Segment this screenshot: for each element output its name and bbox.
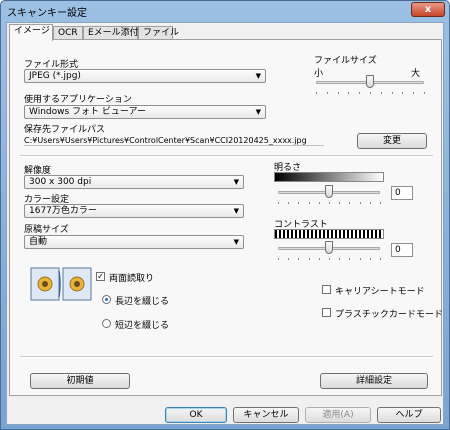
separator — [20, 155, 433, 157]
slider-tick — [339, 202, 341, 204]
slider-tick — [413, 92, 415, 94]
carrier-sheet-label: キャリアシートモード — [335, 287, 425, 297]
slider-tick — [288, 258, 290, 260]
checkmark-icon: ✓ — [97, 272, 104, 281]
save-path-value: C:¥Users¥Users¥Pictures¥ControlCenter¥Sc… — [24, 136, 324, 146]
brightness-value-field[interactable]: 0 — [391, 186, 413, 200]
file-type-select[interactable]: JPEG (*.jpg) ▼ — [24, 69, 266, 83]
slider-tick — [359, 202, 361, 204]
carrier-sheet-checkbox[interactable] — [322, 285, 331, 294]
target-app-label: 使用するアプリケーション — [24, 95, 132, 105]
dialog-window: スキャンキー設定 x イメージ OCR Eメール添付 ファイル ファイル形式 J… — [0, 0, 450, 430]
slider-tick — [359, 258, 361, 260]
slider-tick — [329, 258, 330, 260]
slider-tick — [380, 92, 382, 94]
slider-tick — [278, 258, 279, 260]
slider-tick — [337, 92, 339, 94]
file-size-label: ファイルサイズ — [314, 56, 377, 66]
help-button[interactable]: ヘルプ — [377, 407, 441, 423]
contrast-value-field[interactable]: 0 — [391, 243, 413, 257]
brightness-gradient — [274, 172, 384, 182]
short-edge-radio[interactable] — [102, 319, 111, 328]
apply-button[interactable]: 適用(A) — [305, 407, 371, 423]
chevron-down-icon: ▼ — [233, 238, 239, 246]
contrast-pattern — [274, 229, 384, 239]
resolution-value: 300 x 300 dpi — [29, 177, 92, 187]
target-app-value: Windows フォト ビューアー — [29, 107, 146, 117]
defaults-button[interactable]: 初期値 — [30, 373, 130, 389]
slider-tick — [278, 202, 279, 204]
advanced-settings-button[interactable]: 詳細設定 — [320, 373, 428, 389]
file-size-slider-thumb[interactable] — [366, 75, 374, 88]
chevron-down-icon: ▼ — [255, 72, 261, 80]
slider-tick — [298, 258, 300, 260]
slider-tick — [348, 92, 350, 94]
duplex-illustration — [30, 267, 92, 301]
long-edge-radio[interactable] — [102, 295, 111, 304]
slider-tick — [369, 202, 371, 204]
slider-tick — [318, 258, 320, 260]
slider-tick — [369, 258, 371, 260]
slider-tick — [380, 202, 381, 204]
slider-tick — [316, 92, 317, 94]
dialog-client: イメージ OCR Eメール添付 ファイル ファイル形式 JPEG (*.jpg)… — [6, 22, 444, 425]
window-title: スキャンキー設定 — [7, 8, 87, 19]
plastic-card-label: プラスチックカードモード — [335, 310, 443, 320]
target-app-select[interactable]: Windows フォト ビューアー ▼ — [24, 105, 266, 119]
tab-file[interactable]: ファイル — [138, 26, 179, 40]
slider-tick — [370, 92, 371, 94]
slider-tick — [308, 258, 310, 260]
slider-tick — [424, 92, 425, 94]
close-button[interactable]: x — [411, 2, 445, 17]
chevron-down-icon: ▼ — [255, 108, 261, 116]
long-edge-label: 長辺を綴じる — [115, 297, 170, 307]
slider-tick — [349, 202, 351, 204]
save-path-label: 保存先ファイルパス — [24, 125, 106, 135]
plastic-card-checkbox[interactable] — [322, 308, 331, 317]
separator — [20, 356, 433, 358]
slider-tick — [308, 202, 310, 204]
doc-size-select[interactable]: 自動 ▼ — [24, 235, 244, 249]
slider-tick — [380, 258, 381, 260]
file-size-large-label: 大 — [411, 69, 421, 79]
slider-tick — [391, 92, 393, 94]
color-mode-value: 1677万色カラー — [29, 206, 97, 216]
tab-email[interactable]: Eメール添付 — [83, 26, 139, 40]
ok-button[interactable]: OK — [165, 407, 227, 423]
file-size-small-label: 小 — [314, 69, 324, 79]
chevron-down-icon: ▼ — [233, 207, 239, 215]
slider-tick — [339, 258, 341, 260]
slider-tick — [329, 202, 330, 204]
file-type-value: JPEG (*.jpg) — [29, 71, 81, 81]
title-bar[interactable]: スキャンキー設定 x — [1, 1, 449, 19]
tab-ocr[interactable]: OCR — [53, 26, 83, 40]
doc-size-value: 自動 — [29, 237, 48, 247]
cancel-button[interactable]: キャンセル — [233, 407, 299, 423]
tab-image[interactable]: イメージ — [9, 24, 53, 41]
color-mode-select[interactable]: 1677万色カラー ▼ — [24, 204, 244, 218]
chevron-down-icon: ▼ — [233, 178, 239, 186]
duplex-pages-icon — [30, 267, 92, 301]
change-path-button[interactable]: 変更 — [357, 133, 427, 149]
duplex-checkbox[interactable]: ✓ — [96, 272, 105, 281]
slider-tick — [318, 202, 320, 204]
duplex-label: 両面読取り — [109, 274, 155, 284]
doc-size-label: 原稿サイズ — [24, 225, 69, 235]
slider-tick — [402, 92, 404, 94]
slider-tick — [298, 202, 300, 204]
brightness-slider-thumb[interactable] — [325, 185, 333, 198]
slider-tick — [349, 258, 351, 260]
slider-tick — [288, 202, 290, 204]
contrast-slider-thumb[interactable] — [325, 241, 333, 254]
short-edge-label: 短辺を綴じる — [115, 321, 170, 331]
slider-tick — [359, 92, 361, 94]
tab-panel-image: ファイル形式 JPEG (*.jpg) ▼ ファイルサイズ 小 大 使用するアプ… — [9, 39, 443, 396]
resolution-select[interactable]: 300 x 300 dpi ▼ — [24, 175, 244, 189]
slider-tick — [326, 92, 328, 94]
